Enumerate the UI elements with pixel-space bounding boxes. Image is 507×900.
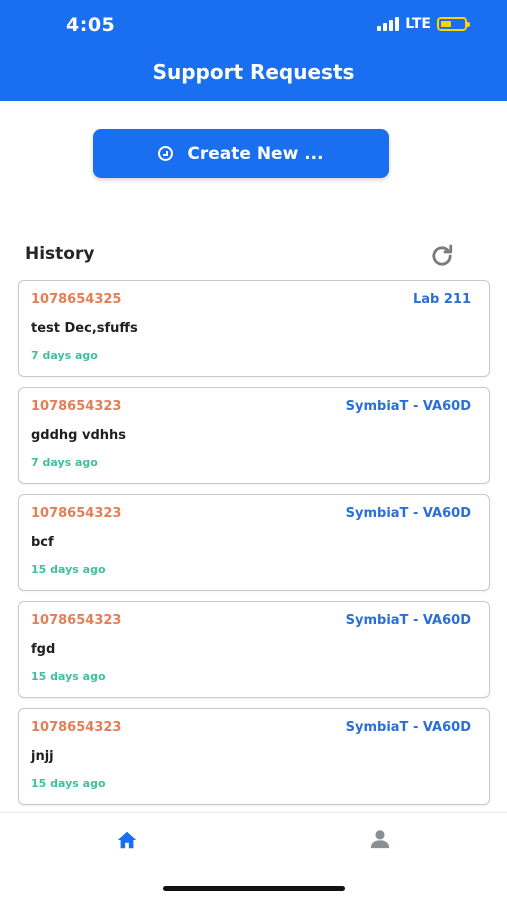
create-new-button[interactable]: Create New ... (93, 129, 389, 178)
request-device: Lab 211 (412, 292, 471, 307)
request-id: 1078654323 (31, 506, 122, 521)
request-time: 7 days ago (31, 349, 98, 362)
user-icon[interactable] (369, 828, 391, 850)
request-card[interactable]: 1078654323 SymbiaT - VA60D gddhg vdhhs 7… (18, 387, 490, 484)
create-new-label: Create New ... (187, 143, 324, 164)
plus-circle-icon (158, 146, 174, 161)
network-type: LTE (405, 16, 431, 32)
request-card[interactable]: 1078654323 SymbiaT - VA60D fgd 15 days a… (18, 601, 490, 698)
home-icon[interactable] (116, 829, 138, 851)
request-card[interactable]: 1078654323 SymbiaT - VA60D bcf 15 days a… (18, 494, 490, 591)
page-title: Support Requests (152, 60, 355, 84)
request-id: 1078654323 (31, 399, 122, 414)
request-device: SymbiaT - VA60D (345, 506, 471, 521)
request-text: jnjj (31, 749, 54, 764)
battery-icon (437, 17, 470, 31)
request-id: 1078654323 (31, 720, 122, 735)
history-heading: History (25, 244, 95, 264)
request-id: 1078654323 (31, 613, 122, 628)
request-device: SymbiaT - VA60D (345, 399, 471, 414)
request-id: 1078654325 (31, 292, 122, 307)
request-time: 7 days ago (31, 456, 98, 469)
request-text: gddhg vdhhs (31, 428, 127, 443)
request-text: fgd (31, 642, 56, 657)
status-time: 4:05 (66, 14, 116, 36)
status-indicators: LTE (377, 16, 470, 32)
request-card[interactable]: 1078654325 Lab 211 test Dec,sfuffs 7 day… (18, 280, 490, 377)
request-list: 1078654325 Lab 211 test Dec,sfuffs 7 day… (18, 280, 490, 815)
signal-icon (377, 17, 400, 31)
home-indicator (163, 886, 345, 891)
refresh-icon[interactable] (428, 242, 456, 270)
battery-level (441, 21, 452, 27)
request-text: bcf (31, 535, 54, 550)
request-time: 15 days ago (31, 563, 106, 576)
request-time: 15 days ago (31, 777, 106, 790)
request-time: 15 days ago (31, 670, 106, 683)
app-header: 4:05 LTE Support Requests (0, 0, 507, 101)
request-device: SymbiaT - VA60D (345, 720, 471, 735)
request-device: SymbiaT - VA60D (345, 613, 471, 628)
request-text: test Dec,sfuffs (31, 321, 138, 336)
request-card[interactable]: 1078654323 SymbiaT - VA60D jnjj 15 days … (18, 708, 490, 805)
